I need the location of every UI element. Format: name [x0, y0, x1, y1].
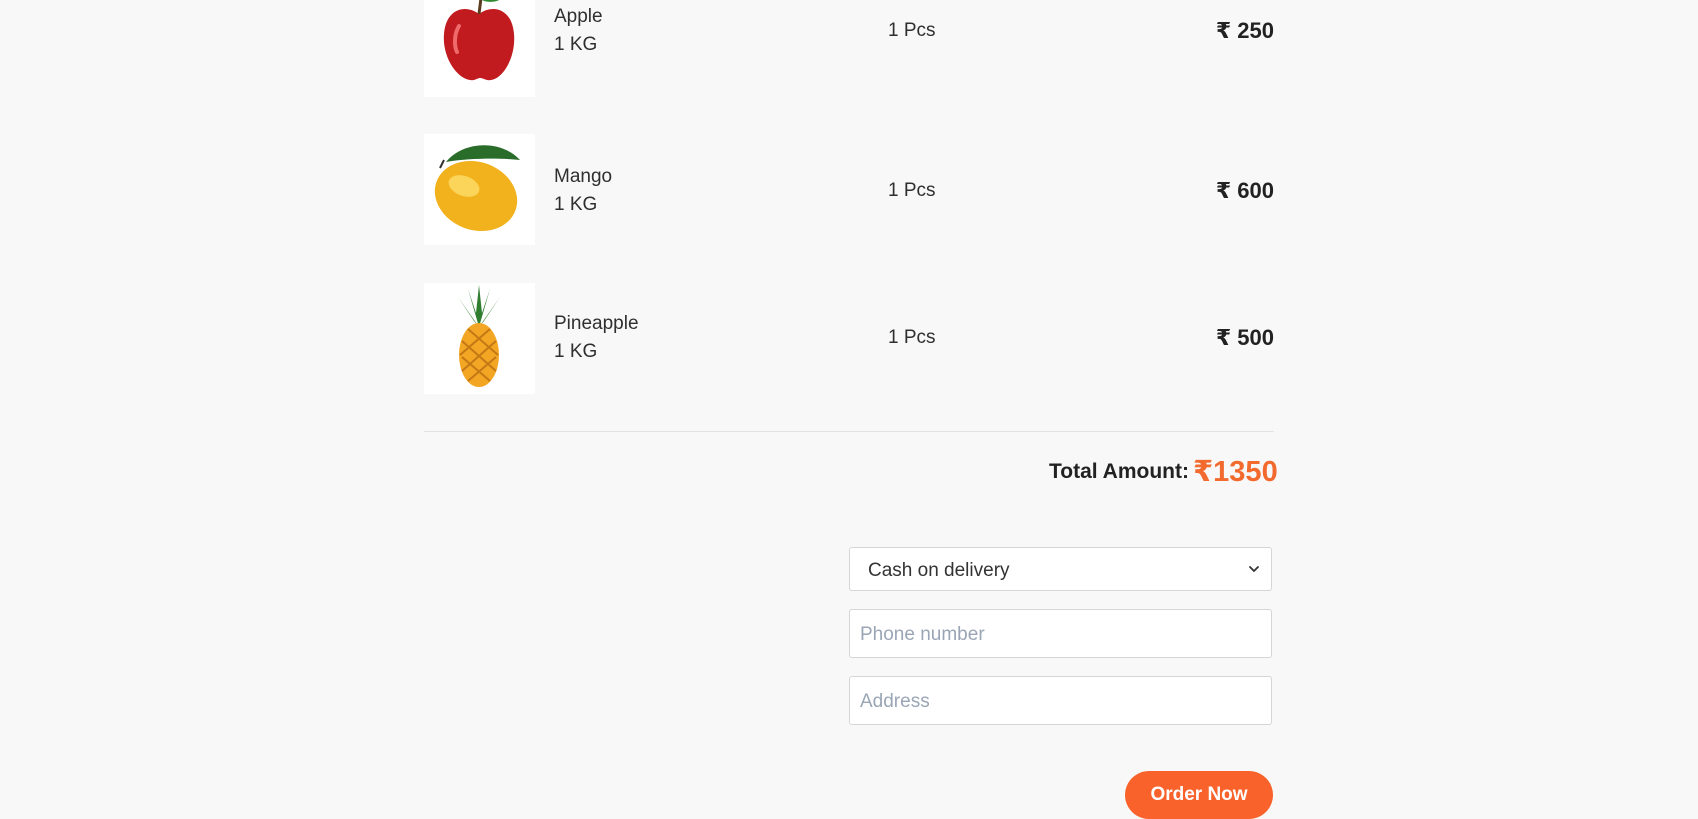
item-weight: 1 KG: [554, 34, 598, 55]
item-weight: 1 KG: [554, 194, 598, 215]
item-name: Apple: [554, 6, 603, 27]
item-price: ₹ 500: [1215, 325, 1274, 350]
item-quantity: 1 Pcs: [888, 180, 936, 201]
cart-item-pineapple: Pineapple 1 KG 1 Pcs ₹ 500: [424, 283, 1274, 395]
mango-image: [424, 134, 535, 245]
apple-image: [424, 0, 535, 97]
pineapple-icon: [458, 285, 500, 387]
phone-number-field[interactable]: Phone number: [849, 609, 1272, 658]
item-price: ₹ 250: [1215, 18, 1274, 43]
divider: [424, 431, 1274, 432]
apple-icon: [443, 0, 515, 81]
total-amount-value: ₹1350: [1193, 456, 1278, 488]
address-placeholder: Address: [860, 691, 930, 712]
cart-item-apple: Apple 1 KG 1 Pcs ₹ 250: [424, 0, 1274, 98]
item-weight: 1 KG: [554, 341, 598, 362]
mango-icon: [434, 145, 520, 232]
payment-method-select[interactable]: Cash on delivery: [849, 547, 1272, 591]
item-quantity: 1 Pcs: [888, 327, 936, 348]
cart-item-mango: Mango 1 KG 1 Pcs ₹ 600: [424, 134, 1274, 246]
order-now-button[interactable]: Order Now: [1125, 771, 1273, 819]
payment-method-value: Cash on delivery: [868, 560, 1010, 581]
item-name: Mango: [554, 166, 613, 187]
pineapple-image: [424, 283, 535, 394]
chevron-down-icon: [1249, 566, 1259, 573]
item-quantity: 1 Pcs: [888, 20, 936, 41]
item-price: ₹ 600: [1215, 178, 1274, 203]
total-amount-label: Total Amount:: [1049, 460, 1189, 483]
phone-number-placeholder: Phone number: [860, 624, 985, 645]
item-name: Pineapple: [554, 313, 639, 334]
address-field[interactable]: Address: [849, 676, 1272, 725]
